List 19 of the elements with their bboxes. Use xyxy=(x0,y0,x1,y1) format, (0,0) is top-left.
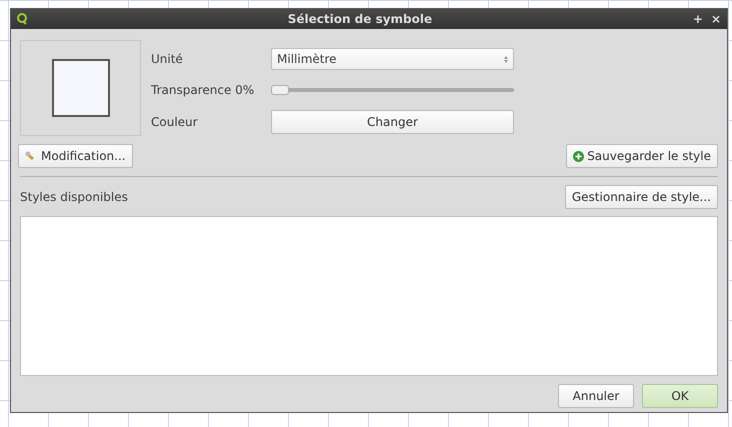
unit-dropdown[interactable]: Millimètre xyxy=(271,48,514,70)
field-label: Unité xyxy=(151,51,184,68)
app-logo-icon xyxy=(17,13,27,25)
field-label: Transparence 0% xyxy=(151,82,256,99)
ok-button[interactable]: OK xyxy=(642,384,718,408)
maximize-button[interactable]: + xyxy=(692,10,703,28)
cancel-button[interactable]: Annuler xyxy=(558,384,634,408)
window-title: Sélection de symbole xyxy=(286,11,434,28)
change-color-button[interactable]: Changer xyxy=(271,110,514,134)
style-manager-button[interactable]: Gestionnaire de style... xyxy=(564,185,718,209)
close-button[interactable]: × xyxy=(710,10,721,28)
slider-thumb[interactable] xyxy=(271,84,289,95)
save-style-button[interactable]: Sauvegarder le style xyxy=(566,144,718,168)
plus-icon xyxy=(573,150,584,162)
symbol-swatch xyxy=(52,59,110,117)
spinner-icon xyxy=(504,56,508,63)
field-label: Couleur xyxy=(151,114,199,131)
section-label: Styles disponibles xyxy=(20,189,128,206)
edit-button[interactable]: Modification... xyxy=(18,144,133,168)
